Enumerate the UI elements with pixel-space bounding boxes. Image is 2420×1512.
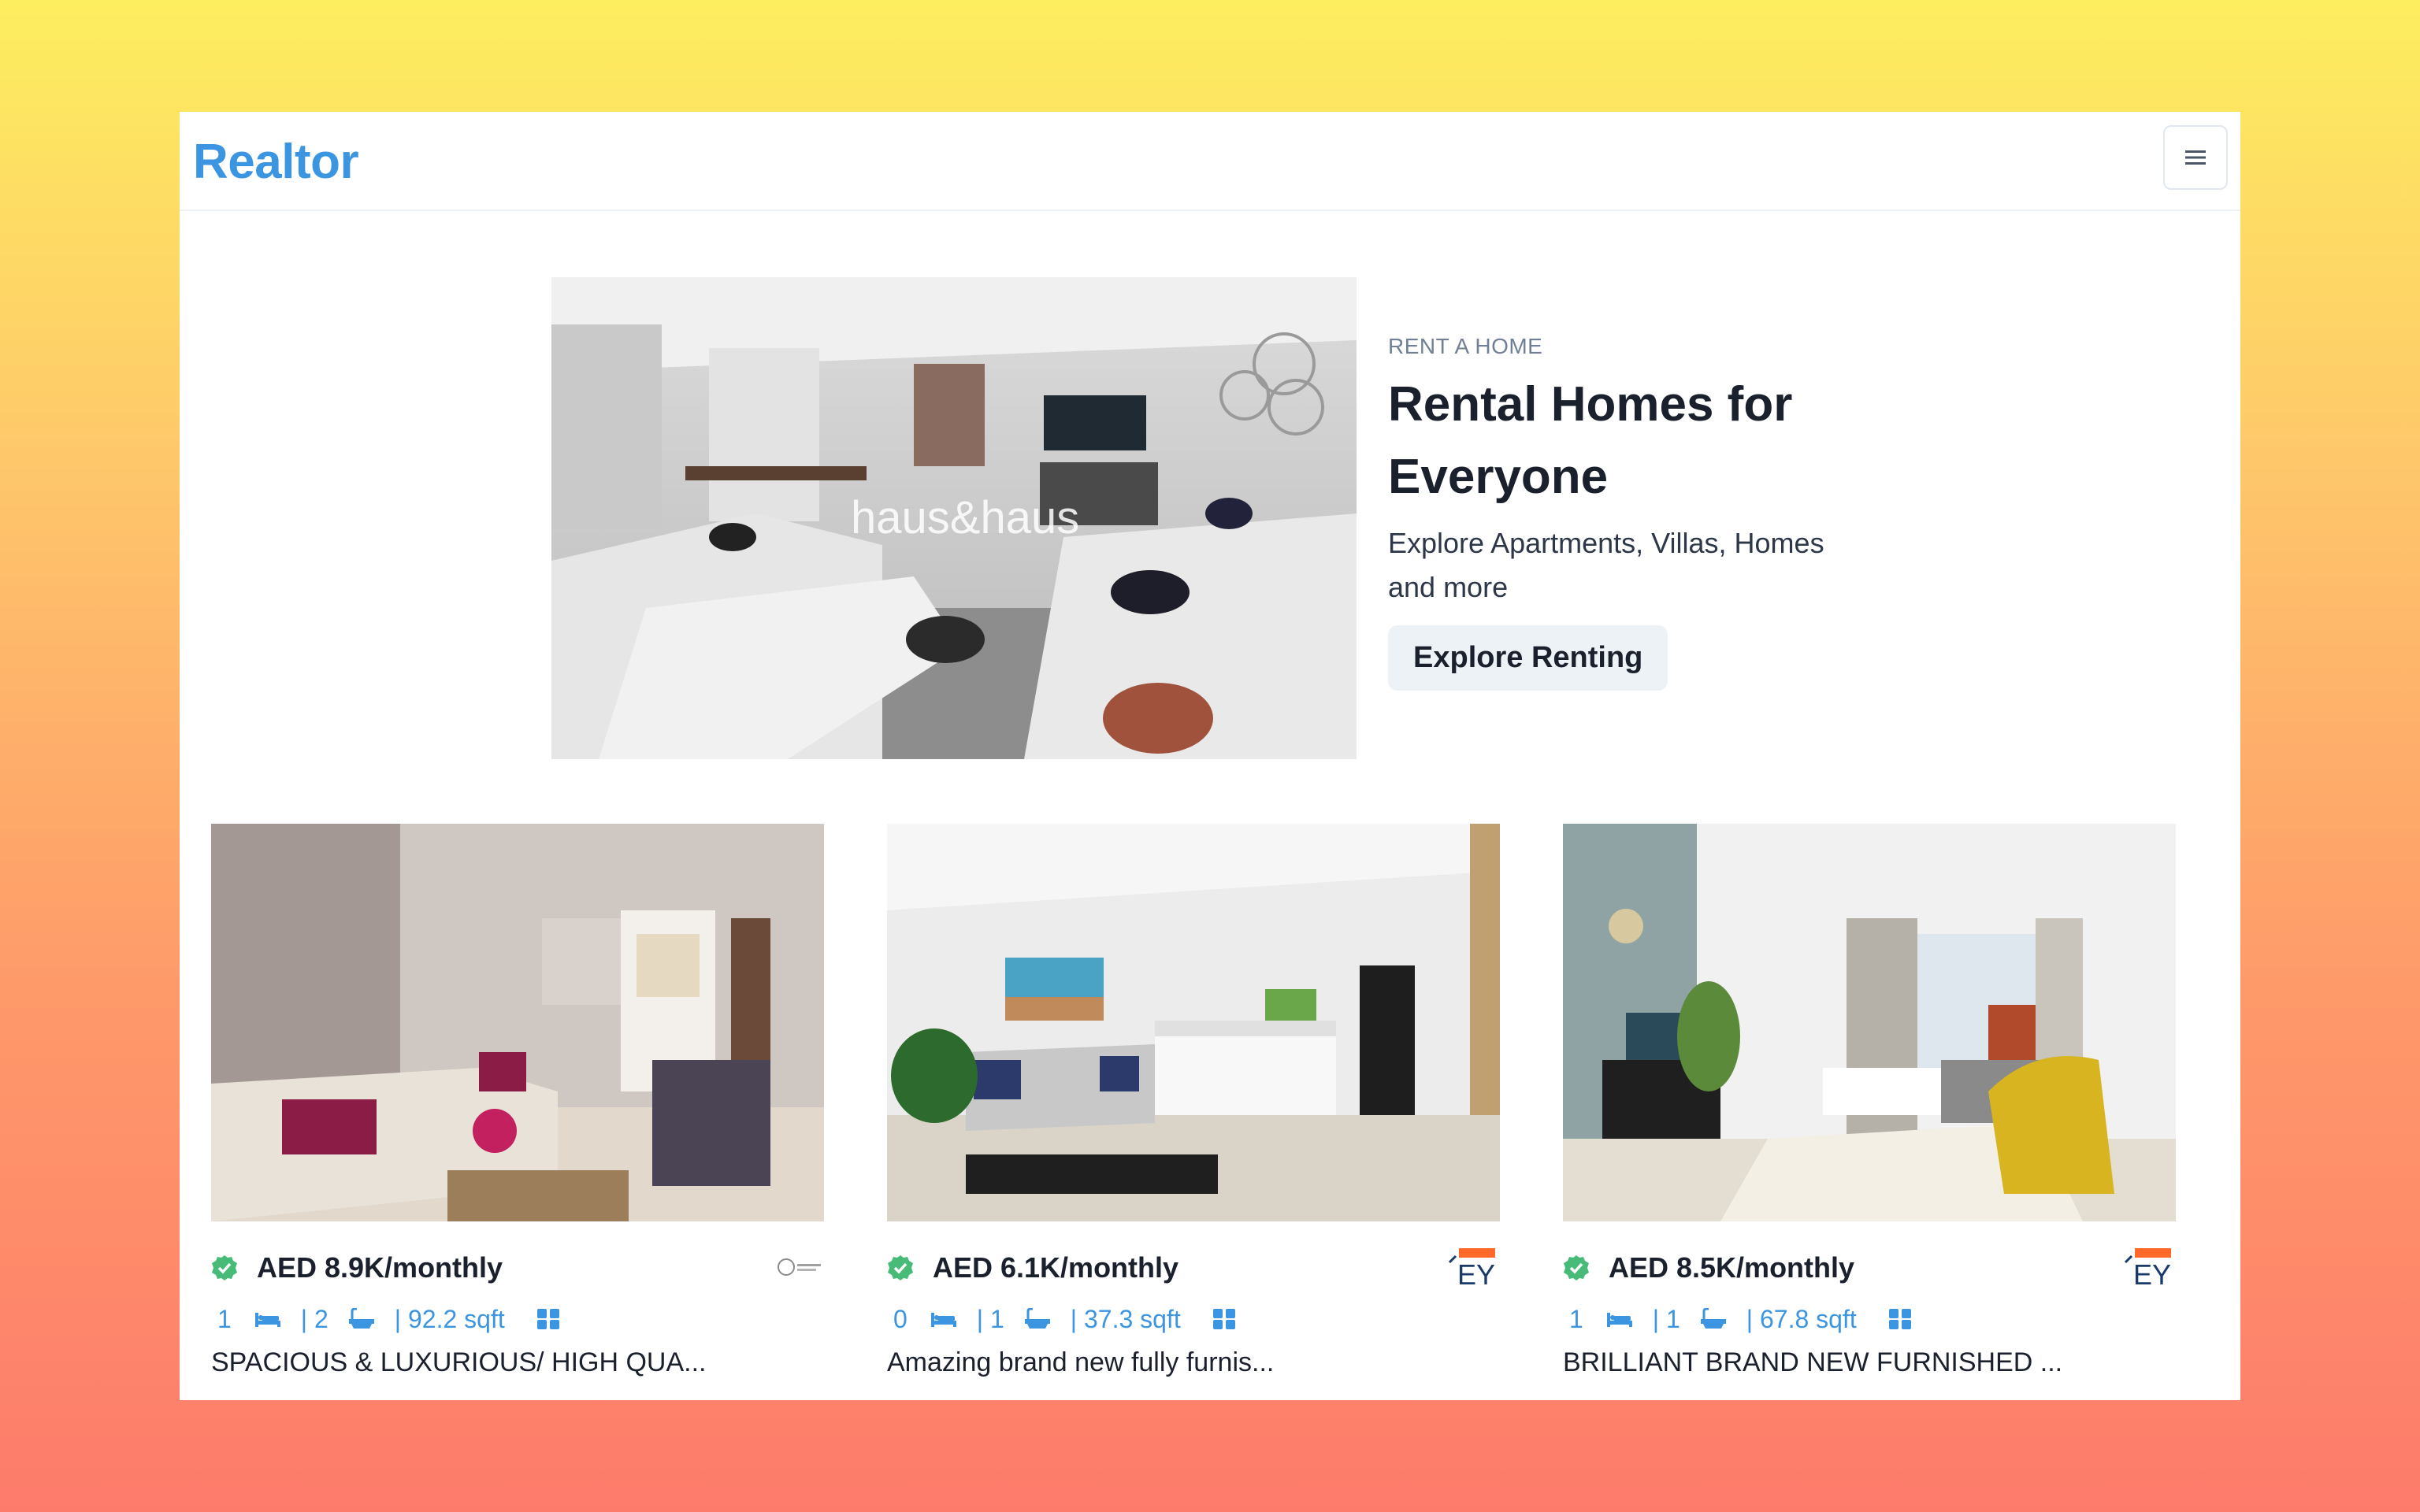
specs-row: 1 | 2 | 92.2 sqft	[211, 1297, 824, 1341]
svg-text:EY: EY	[1457, 1258, 1495, 1289]
grid-area-icon	[1212, 1309, 1235, 1329]
grid-area-icon	[536, 1309, 559, 1329]
listing-price: AED 8.5K/monthly	[1609, 1251, 1855, 1284]
listing-price: AED 6.1K/monthly	[933, 1251, 1179, 1284]
listing-price: AED 8.9K/monthly	[257, 1251, 503, 1284]
hero-title: Rental Homes for Everyone	[1388, 377, 1793, 504]
listing-title[interactable]: SPACIOUS & LUXURIOUS/ HIGH QUA...	[211, 1347, 824, 1378]
hero-section: haus&haus RENT A HOME Rental Homes for E…	[551, 277, 1875, 759]
grid-area-icon	[1888, 1309, 1911, 1329]
price-row: AED 8.9K/monthly	[211, 1245, 824, 1295]
hero-subtitle: Explore Apartments, Villas, Homes and mo…	[1388, 527, 1824, 603]
hero-text: RENT A HOME Rental Homes for Everyone Ex…	[1388, 277, 1876, 691]
baths-count: | 1	[976, 1304, 1004, 1333]
specs-row: 0 | 1 | 37.3 sqft	[887, 1297, 1500, 1341]
bath-icon	[348, 1308, 374, 1329]
hero-eyebrow: RENT A HOME	[1388, 334, 1543, 358]
listing-card[interactable]: AED 8.9K/monthly 1 | 2 | 92.2 sqft SPACI…	[211, 824, 824, 1378]
baths-count: | 1	[1652, 1304, 1680, 1333]
bed-icon	[254, 1313, 280, 1327]
agency-logo-icon: EY	[1448, 1248, 1495, 1289]
area-size: | 92.2 sqft	[394, 1304, 505, 1333]
verified-check-icon	[1564, 1255, 1589, 1280]
menu-button[interactable]	[2163, 125, 2228, 190]
agency-logo-icon: EY	[2124, 1248, 2171, 1289]
rooms-count: 0	[893, 1304, 908, 1333]
bed-icon	[1606, 1313, 1632, 1327]
listing-image[interactable]	[1563, 824, 2176, 1221]
bath-icon	[1700, 1308, 1726, 1329]
brand-logo[interactable]: Realtor	[193, 134, 359, 190]
price-row: AED 6.1K/monthly EY	[887, 1245, 1500, 1295]
hamburger-menu-icon	[2185, 150, 2206, 165]
agency-logo-icon	[778, 1258, 821, 1276]
navbar: Realtor	[180, 112, 2240, 211]
hero-image: haus&haus	[551, 277, 1357, 759]
verified-check-icon	[888, 1255, 913, 1280]
svg-text:EY: EY	[2133, 1258, 2171, 1289]
baths-count: | 2	[300, 1304, 328, 1333]
verified-check-icon	[212, 1255, 237, 1280]
rooms-count: 1	[217, 1304, 232, 1333]
bed-icon	[930, 1313, 956, 1327]
listing-title[interactable]: BRILLIANT BRAND NEW FURNISHED ...	[1563, 1347, 2176, 1378]
price-row: AED 8.5K/monthly EY	[1563, 1245, 2176, 1295]
bath-icon	[1024, 1308, 1050, 1329]
rooms-count: 1	[1569, 1304, 1583, 1333]
listing-title[interactable]: Amazing brand new fully furnis...	[887, 1347, 1500, 1378]
listings-grid: AED 8.9K/monthly 1 | 2 | 92.2 sqft SPACI…	[211, 824, 2209, 1400]
listing-image[interactable]	[887, 824, 1500, 1221]
listing-card[interactable]: AED 8.5K/monthly EY 1 | 1 | 67.8 sqft BR…	[1563, 824, 2176, 1378]
app-window: Realtor haus&haus RENT A HOME Rental Hom…	[180, 112, 2240, 1400]
explore-renting-button[interactable]: Explore Renting	[1388, 625, 1668, 691]
area-size: | 67.8 sqft	[1746, 1304, 1857, 1333]
specs-row: 1 | 1 | 67.8 sqft	[1563, 1297, 2176, 1341]
listing-image[interactable]	[211, 824, 824, 1221]
area-size: | 37.3 sqft	[1070, 1304, 1181, 1333]
hero-watermark: haus&haus	[851, 492, 1079, 543]
listing-card[interactable]: AED 6.1K/monthly EY 0 | 1 | 37.3 sqft Am…	[887, 824, 1500, 1378]
